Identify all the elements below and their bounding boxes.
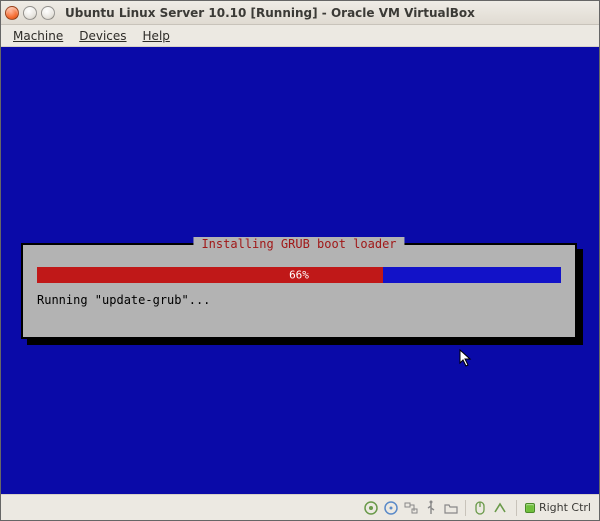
vm-display[interactable]: Installing GRUB boot loader 66% Running … xyxy=(1,47,599,494)
menu-help[interactable]: Help xyxy=(137,27,176,45)
minimize-icon[interactable] xyxy=(23,6,37,20)
progress-fill xyxy=(37,267,383,283)
progress-bar: 66% xyxy=(37,267,561,283)
installer-dialog: Installing GRUB boot loader 66% Running … xyxy=(21,243,577,339)
statusbar-separator xyxy=(465,500,466,516)
installer-status: Running "update-grub"... xyxy=(37,293,210,307)
dialog-title: Installing GRUB boot loader xyxy=(193,237,404,251)
progress-label: 66% xyxy=(289,269,309,282)
host-key-label: Right Ctrl xyxy=(539,501,591,514)
window-title: Ubuntu Linux Server 10.10 [Running] - Or… xyxy=(65,6,475,20)
mouse-integration-icon[interactable] xyxy=(472,500,488,516)
maximize-icon[interactable] xyxy=(41,6,55,20)
menubar: Machine Devices Help xyxy=(1,25,599,47)
virtualbox-window: Ubuntu Linux Server 10.10 [Running] - Or… xyxy=(0,0,600,521)
vm-state-icon[interactable] xyxy=(492,500,508,516)
window-controls xyxy=(5,6,55,20)
statusbar: Right Ctrl xyxy=(1,494,599,520)
menu-devices[interactable]: Devices xyxy=(73,27,132,45)
network-icon[interactable] xyxy=(403,500,419,516)
shared-folder-icon[interactable] xyxy=(443,500,459,516)
menu-machine[interactable]: Machine xyxy=(7,27,69,45)
statusbar-icons xyxy=(363,500,508,516)
titlebar[interactable]: Ubuntu Linux Server 10.10 [Running] - Or… xyxy=(1,1,599,25)
hard-disk-icon[interactable] xyxy=(363,500,379,516)
statusbar-separator xyxy=(516,500,517,516)
host-key-led-icon xyxy=(525,503,535,513)
optical-drive-icon[interactable] xyxy=(383,500,399,516)
mouse-cursor-icon xyxy=(459,349,473,367)
close-icon[interactable] xyxy=(5,6,19,20)
host-key-indicator[interactable]: Right Ctrl xyxy=(525,501,591,514)
usb-icon[interactable] xyxy=(423,500,439,516)
